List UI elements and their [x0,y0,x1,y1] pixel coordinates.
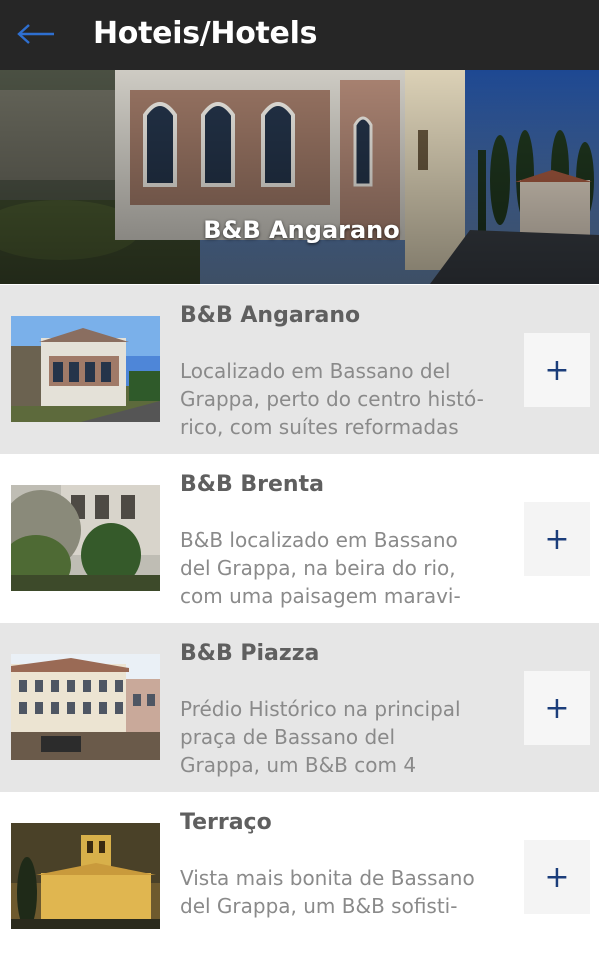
hotel-list: B&B Angarano Localizado em Bassano del G… [0,285,599,961]
hotel-description: Prédio Histórico na principal praça de B… [180,697,461,777]
plus-icon: + [544,352,570,388]
list-item[interactable]: Terraço Vista mais bonita de Bassano del… [0,792,599,961]
back-button[interactable] [16,14,68,54]
expand-button[interactable]: + [524,502,590,576]
arrow-left-icon [17,24,54,44]
hotel-description: Vista mais bonita de Bassano del Grappa,… [180,866,475,918]
app-bar: Hoteis/Hotels [0,0,599,70]
plus-icon: + [544,690,570,726]
list-item[interactable]: B&B Angarano Localizado em Bassano del G… [0,285,599,454]
page-title: Hoteis/Hotels [93,16,318,51]
hotel-name: Terraço [180,810,272,835]
list-item[interactable]: B&B Brenta B&B localizado em Bassano del… [0,454,599,623]
hotel-name: B&B Piazza [180,641,320,666]
hero-banner[interactable]: B&B Angarano [0,70,599,284]
hotel-thumbnail [11,485,160,591]
hotel-description: Localizado em Bassano del Grappa, perto … [180,359,484,439]
hotel-name: B&B Brenta [180,472,324,497]
hero-title: B&B Angarano [203,216,400,244]
hero-image [0,70,599,284]
hotel-thumbnail [11,654,160,760]
plus-icon: + [544,859,570,895]
list-item[interactable]: B&B Piazza Prédio Histórico na principal… [0,623,599,792]
expand-button[interactable]: + [524,671,590,745]
hotel-thumbnail [11,316,160,422]
plus-icon: + [544,521,570,557]
hotel-name: B&B Angarano [180,303,361,328]
expand-button[interactable]: + [524,333,590,407]
hotel-description: B&B localizado em Bassano del Grappa, na… [180,528,461,608]
expand-button[interactable]: + [524,840,590,914]
hotel-thumbnail [11,823,160,929]
